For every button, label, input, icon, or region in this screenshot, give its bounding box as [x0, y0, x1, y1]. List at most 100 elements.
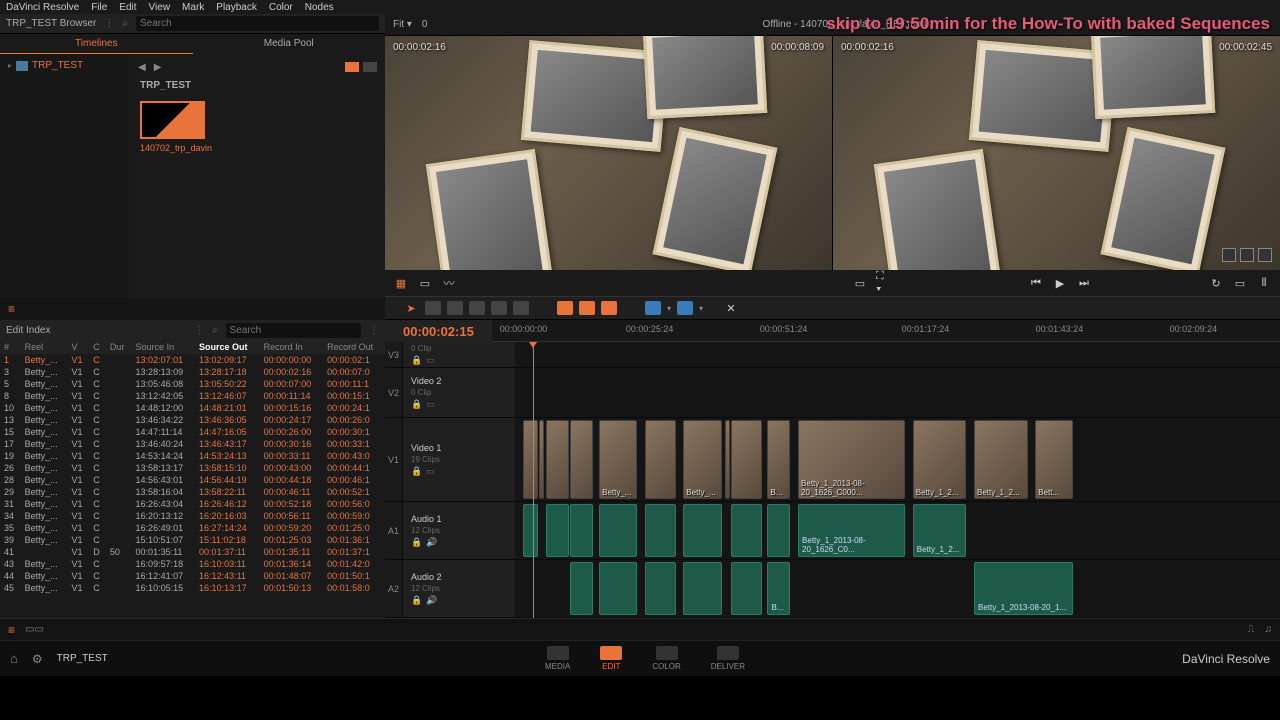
- playhead[interactable]: [533, 342, 534, 618]
- edit-index-table[interactable]: #ReelVCDurSource InSource OutRecord InRe…: [0, 340, 385, 618]
- mixer-toggle-icon[interactable]: ⎍: [1248, 624, 1255, 635]
- table-row[interactable]: 10Betty_...V1C14:48:12:0014:48:21:0100:0…: [0, 402, 385, 414]
- marker-box[interactable]: [1240, 248, 1254, 262]
- record-viewer[interactable]: 00:00:02:16 00:00:02:45: [833, 36, 1280, 270]
- audio-clip[interactable]: Betty_1_2...: [913, 504, 967, 557]
- nav-back-icon[interactable]: ◀: [138, 62, 146, 73]
- audio-clip[interactable]: Betty_1_2013-08-20_1626_C0...: [798, 504, 905, 557]
- table-row[interactable]: 41V1D5000:01:35:1100:01:37:1100:01:35:11…: [0, 546, 385, 558]
- view-list-icon[interactable]: [363, 62, 377, 72]
- src-opt2-icon[interactable]: ▭: [417, 275, 433, 291]
- track-label-a1[interactable]: A1: [385, 502, 403, 559]
- table-row[interactable]: 19Betty_...V1C14:53:14:2414:53:24:1300:0…: [0, 450, 385, 462]
- table-row[interactable]: 31Betty_...V1C16:26:43:0416:26:46:1200:0…: [0, 498, 385, 510]
- settings-icon[interactable]: ⚙: [32, 652, 43, 666]
- video-clip[interactable]: [523, 420, 538, 499]
- ei-col-header[interactable]: Record In: [260, 340, 324, 354]
- audio-clip[interactable]: [731, 562, 762, 615]
- overwrite-tool-icon[interactable]: [469, 301, 485, 315]
- table-row[interactable]: 34Betty_...V1C16:20:13:1216:20:16:0300:0…: [0, 510, 385, 522]
- video-clip[interactable]: [645, 420, 676, 499]
- link-tool-icon[interactable]: [557, 301, 573, 315]
- audio-clip[interactable]: [731, 504, 762, 557]
- panel-toggle-icon[interactable]: ≡: [8, 623, 15, 637]
- audio-clip[interactable]: [683, 562, 721, 615]
- view-grid-icon[interactable]: [345, 62, 359, 72]
- tree-item-root[interactable]: TRP_TEST: [4, 58, 126, 73]
- table-row[interactable]: 44Betty_...V1C16:12:41:0716:12:43:1100:0…: [0, 570, 385, 582]
- audio-clip[interactable]: Betty_1_2013-08-20_1...: [974, 562, 1073, 615]
- browser-options-icon[interactable]: ⋮: [104, 18, 114, 29]
- video-clip[interactable]: [539, 420, 544, 499]
- video-clip[interactable]: [725, 420, 730, 499]
- fit-tool-icon[interactable]: [513, 301, 529, 315]
- table-row[interactable]: 13Betty_...V1C13:46:34:2213:46:36:0500:0…: [0, 414, 385, 426]
- table-row[interactable]: 39Betty_...V1C15:10:51:0715:11:02:1800:0…: [0, 534, 385, 546]
- nav-fwd-icon[interactable]: ▶: [154, 62, 162, 73]
- ei-col-header[interactable]: Dur: [106, 340, 132, 354]
- ei-col-header[interactable]: Record Out: [323, 340, 385, 354]
- track-label-v3[interactable]: V3: [385, 342, 403, 367]
- menu-file[interactable]: File: [91, 2, 107, 13]
- table-row[interactable]: 28Betty_...V1C14:56:43:0114:56:44:1900:0…: [0, 474, 385, 486]
- video-clip[interactable]: Betty_1_2013-08-20_1626_C000...: [798, 420, 905, 499]
- mute-icon[interactable]: 🔊: [426, 595, 437, 606]
- track-body-a2[interactable]: B... Betty_1_2013-08-20_1...: [515, 560, 1280, 617]
- table-row[interactable]: 8Betty_...V1C13:12:42:0513:12:46:0700:00…: [0, 390, 385, 402]
- table-row[interactable]: 29Betty_...V1C13:58:16:0413:58:22:1100:0…: [0, 486, 385, 498]
- timeline-thumb[interactable]: 140702_trp_davin: [140, 101, 205, 153]
- audio-clip[interactable]: B...: [767, 562, 790, 615]
- menu-edit[interactable]: Edit: [119, 2, 136, 13]
- menu-nodes[interactable]: Nodes: [305, 2, 334, 13]
- play-button[interactable]: ▶: [1052, 275, 1068, 291]
- video-clip[interactable]: [570, 420, 593, 499]
- track-label-a2[interactable]: A2: [385, 560, 403, 617]
- menu-playback[interactable]: Playback: [216, 2, 257, 13]
- mute-icon[interactable]: 🔊: [426, 537, 437, 548]
- tab-mediapool[interactable]: Media Pool: [193, 34, 386, 54]
- rec-end-icon[interactable]: ▭: [1232, 275, 1248, 291]
- audio-clip[interactable]: [546, 504, 569, 557]
- audio-clip[interactable]: [683, 504, 721, 557]
- table-row[interactable]: 3Betty_...V1C13:28:13:0913:28:17:1800:00…: [0, 366, 385, 378]
- lock-icon[interactable]: 🔒: [411, 537, 422, 548]
- track-label-v1[interactable]: V1: [385, 418, 403, 501]
- source-viewer[interactable]: 00:00:02:16 00:00:08:09: [385, 36, 832, 270]
- ei-menu-icon[interactable]: ⋮: [369, 325, 379, 336]
- browser-search-input[interactable]: [136, 16, 379, 31]
- rec-home-icon[interactable]: ⛶ ▾: [876, 275, 892, 291]
- table-row[interactable]: 26Betty_...V1C13:58:13:1713:58:15:1000:0…: [0, 462, 385, 474]
- table-row[interactable]: 5Betty_...V1C13:05:46:0813:05:50:2200:00…: [0, 378, 385, 390]
- audio-clip[interactable]: [570, 562, 593, 615]
- page-edit[interactable]: EDIT: [600, 646, 622, 671]
- blade-tool-icon[interactable]: [425, 301, 441, 315]
- track-label-v2[interactable]: V2: [385, 368, 403, 417]
- menu-color[interactable]: Color: [269, 2, 293, 13]
- lock-icon[interactable]: 🔒: [411, 355, 422, 366]
- page-color[interactable]: COLOR: [652, 646, 680, 671]
- video-clip[interactable]: B...: [767, 420, 790, 499]
- marker-box[interactable]: [1222, 248, 1236, 262]
- home-icon[interactable]: ⌂: [10, 651, 18, 666]
- audio-clip[interactable]: [599, 562, 637, 615]
- tab-timelines[interactable]: Timelines: [0, 34, 193, 54]
- audio-clip[interactable]: [645, 504, 676, 557]
- audio-clip[interactable]: [599, 504, 637, 557]
- track-body-v1[interactable]: Betty_...Betty_...B...Betty_1_2013-08-20…: [515, 418, 1280, 501]
- video-clip[interactable]: Betty_...: [683, 420, 721, 499]
- prev-button[interactable]: ⏮: [1028, 275, 1044, 291]
- close-toolbar-icon[interactable]: ✕: [723, 300, 739, 316]
- snap-tool-icon[interactable]: [601, 301, 617, 315]
- menu-view[interactable]: View: [149, 2, 171, 13]
- marker-tool-icon[interactable]: [677, 301, 693, 315]
- audio-clip[interactable]: [645, 562, 676, 615]
- menu-app[interactable]: DaVinci Resolve: [6, 2, 79, 13]
- loop-icon[interactable]: ↻: [1208, 275, 1224, 291]
- lock-icon[interactable]: 🔒: [411, 595, 422, 606]
- track-enable-icon[interactable]: ▭: [426, 466, 435, 477]
- jog-icon[interactable]: ⦀: [1256, 275, 1272, 291]
- next-button[interactable]: ⏭: [1076, 275, 1092, 291]
- track-body-a1[interactable]: Betty_1_2013-08-20_1626_C0...Betty_1_2..…: [515, 502, 1280, 559]
- page-media[interactable]: MEDIA: [545, 646, 570, 671]
- track-enable-icon[interactable]: ▭: [426, 355, 435, 366]
